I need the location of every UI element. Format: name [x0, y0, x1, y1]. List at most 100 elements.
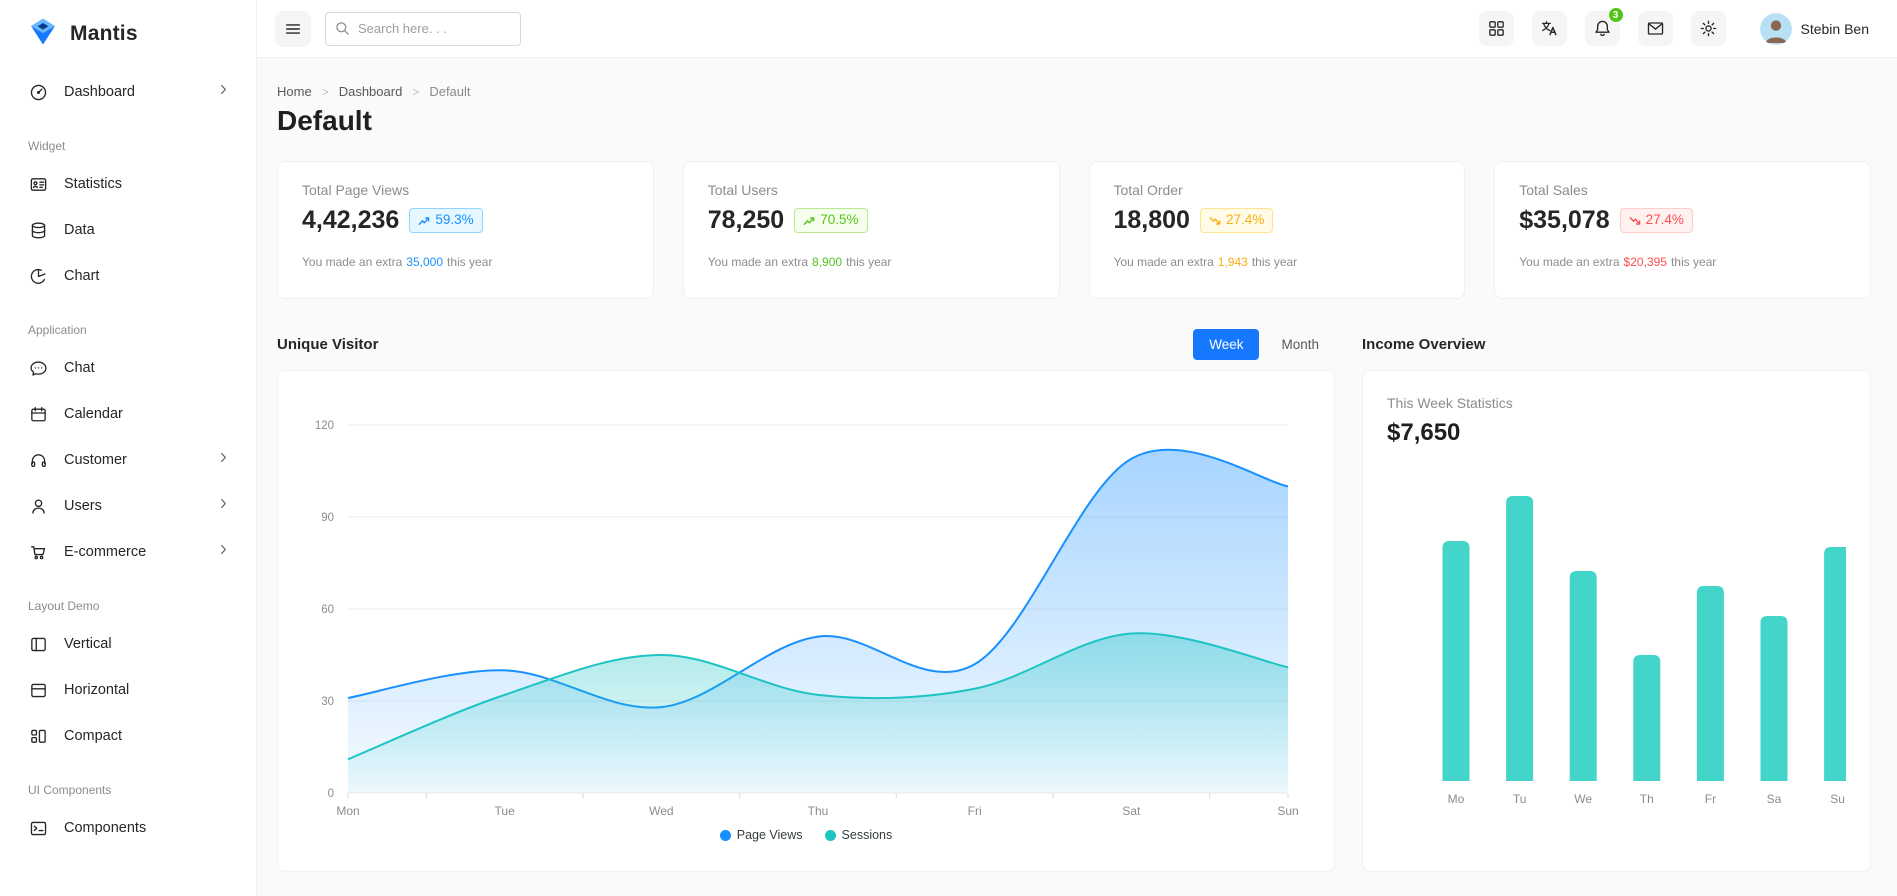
user-name: Stebin Ben	[1800, 20, 1870, 37]
layout-compact-icon	[28, 726, 48, 746]
chevron-right-icon	[217, 543, 230, 561]
stat-footnote: You made an extra $20,395 this year	[1519, 255, 1717, 269]
svg-text:Tu: Tu	[1513, 792, 1527, 806]
svg-text:We: We	[1574, 792, 1592, 806]
stat-value: 78,250	[707, 206, 785, 234]
svg-text:Sa: Sa	[1767, 792, 1782, 806]
stat-card-total-page-views: Total Page Views 4,42,236 59.3% You made…	[277, 161, 654, 299]
week-button[interactable]: Week	[1193, 329, 1260, 360]
sidebar-item-customer[interactable]: Customer	[10, 437, 246, 483]
stat-footnote: You made an extra 35,000 this year	[302, 255, 493, 269]
stat-card-total-users: Total Users 78,250 70.5% You made an ext…	[682, 161, 1060, 299]
svg-text:Th: Th	[1640, 792, 1654, 806]
app-root: Mantis Dashboard Widget Statistics Data …	[0, 0, 1897, 896]
bell-icon	[1594, 20, 1610, 37]
sidebar-item-compact[interactable]: Compact	[10, 713, 246, 759]
search-box	[325, 11, 521, 46]
apps-grid-icon	[1488, 21, 1504, 36]
trend-badge: 27.4%	[1199, 208, 1274, 233]
notifications-button[interactable]: 3	[1584, 7, 1624, 46]
chat-icon	[28, 358, 48, 378]
sidebar-item-vertical[interactable]: Vertical	[10, 621, 246, 667]
sidebar-item-data[interactable]: Data	[10, 207, 246, 253]
legend-dot-page-views	[719, 829, 731, 841]
trend-up-icon	[803, 216, 815, 225]
pie-chart-icon	[28, 266, 48, 286]
apps-grid-button[interactable]	[1478, 11, 1514, 46]
main-content: Home > Dashboard > Default Default Total…	[257, 58, 1897, 896]
chart-legend: Page Views Sessions	[278, 828, 1334, 842]
sidebar-item-dashboard[interactable]: Dashboard	[10, 69, 246, 115]
income-overview-card: This Week Statistics $7,650 Mo Tu We Th Fr Sa…	[1362, 370, 1871, 872]
page-title: Default	[277, 105, 372, 136]
svg-text:Mo: Mo	[1448, 792, 1465, 806]
chevron-right-icon	[217, 497, 230, 515]
trend-up-icon	[418, 216, 430, 225]
svg-text:90: 90	[321, 512, 334, 524]
trend-badge: 59.3%	[409, 208, 483, 233]
trend-badge: 27.4%	[1619, 208, 1693, 233]
svg-text:120: 120	[315, 420, 334, 432]
user-profile-button[interactable]: Stebin Ben	[1754, 9, 1876, 49]
stat-card-total-order: Total Order 18,800 27.4% You made an ext…	[1088, 161, 1466, 299]
notification-badge: 3	[1607, 7, 1624, 23]
sidebar-item-calendar[interactable]: Calendar	[10, 391, 246, 437]
headphones-icon	[28, 450, 48, 470]
income-bar-chart[interactable]: Mo Tu We Th Fr Sa Su	[1387, 459, 1852, 831]
translate-button[interactable]	[1531, 11, 1567, 46]
svg-text:Su: Su	[1830, 792, 1845, 806]
income-value: $7,650	[1387, 419, 1461, 446]
sidebar-item-chart[interactable]: Chart	[10, 253, 246, 299]
svg-text:Thu: Thu	[808, 804, 829, 818]
svg-text:Mon: Mon	[336, 804, 359, 818]
month-button[interactable]: Month	[1265, 329, 1335, 360]
sidebar-item-users[interactable]: Users	[10, 483, 246, 529]
legend-sessions[interactable]: Sessions	[824, 828, 892, 842]
nav-section-layout-demo: Layout Demo	[28, 599, 100, 613]
layout-horizontal-icon	[28, 680, 48, 700]
sidebar-nav: Dashboard Widget Statistics Data Chart A…	[0, 65, 256, 851]
sidebar-item-ecommerce[interactable]: E-commerce	[10, 529, 246, 575]
terminal-icon	[28, 818, 48, 838]
hamburger-icon	[285, 23, 301, 34]
stat-card-total-sales: Total Sales $35,078 27.4% You made an ex…	[1494, 161, 1871, 299]
search-input[interactable]	[325, 11, 521, 46]
nav-section-widget: Widget	[28, 139, 66, 153]
sidebar: Mantis Dashboard Widget Statistics Data …	[0, 0, 257, 896]
menu-toggle-button[interactable]	[275, 10, 311, 47]
brand-logo[interactable]: Mantis	[0, 0, 256, 65]
brand-name: Mantis	[70, 21, 138, 45]
sidebar-item-chat[interactable]: Chat	[10, 345, 246, 391]
stat-value: $35,078	[1519, 206, 1610, 234]
unique-visitor-area-chart[interactable]: 120 90 60 30 0Mon Tue Wed Thu Fri Sat Sun	[278, 371, 1334, 827]
svg-text:Sun: Sun	[1277, 804, 1298, 818]
period-toggle: Week Month	[1193, 329, 1335, 360]
search-icon	[334, 20, 351, 42]
stat-footnote: You made an extra 8,900 this year	[707, 255, 892, 269]
unique-visitor-chart-card: 120 90 60 30 0 Mon Tue Wed Thu Fri Sat Sun Page Vie…	[277, 370, 1335, 872]
breadcrumb-current: Default	[429, 84, 471, 99]
stat-footnote: You made an extra 1,943 this year	[1113, 255, 1298, 269]
stat-value: 4,42,236	[302, 206, 400, 234]
sidebar-item-statistics[interactable]: Statistics	[10, 161, 246, 207]
calendar-icon	[28, 404, 48, 424]
svg-text:Fr: Fr	[1705, 792, 1716, 806]
layout-vertical-icon	[28, 634, 48, 654]
user-icon	[28, 496, 48, 516]
trend-badge: 70.5%	[794, 208, 868, 233]
breadcrumb: Home > Dashboard > Default	[277, 84, 1871, 99]
chevron-right-icon	[217, 451, 230, 469]
database-icon	[28, 220, 48, 240]
breadcrumb-home[interactable]: Home	[277, 84, 312, 99]
trend-down-icon	[1629, 216, 1640, 225]
mantis-logo-icon	[28, 16, 58, 51]
settings-button[interactable]	[1690, 11, 1726, 46]
breadcrumb-separator: >	[412, 84, 420, 99]
sidebar-item-components[interactable]: Components	[10, 805, 246, 851]
svg-text:0: 0	[328, 788, 334, 800]
breadcrumb-dashboard[interactable]: Dashboard	[339, 84, 403, 99]
legend-page-views[interactable]: Page Views	[719, 828, 803, 842]
sidebar-item-horizontal[interactable]: Horizontal	[10, 667, 246, 713]
messages-button[interactable]	[1637, 11, 1673, 46]
svg-text:Tue: Tue	[495, 804, 516, 818]
